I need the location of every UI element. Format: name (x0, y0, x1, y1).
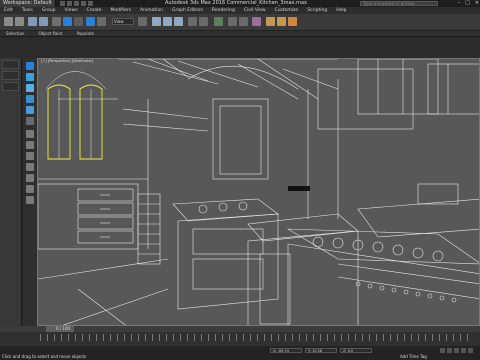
status-prompt: Click and drag to select and move object… (2, 354, 87, 359)
menu-item-graph-editors[interactable]: Graph Editors (172, 8, 203, 13)
helpers-icon[interactable] (26, 174, 34, 182)
material-editor-icon[interactable] (252, 17, 261, 26)
z-coordinate-field[interactable]: Z: 0.0 (340, 348, 372, 353)
menu-item-civil-view[interactable]: Civil View (244, 8, 266, 13)
select-object-icon[interactable] (63, 17, 72, 26)
redo-icon[interactable] (15, 17, 24, 26)
scene-explorer-row[interactable] (2, 60, 19, 69)
ribbon-tabs: Selection Object Paint Populate (0, 31, 480, 37)
x-coordinate-field[interactable]: X: -89.34 (270, 348, 302, 353)
save-file-icon[interactable] (74, 1, 79, 6)
play-icon[interactable] (454, 348, 459, 353)
menu-item-animation[interactable]: Animation (140, 8, 163, 13)
link-icon[interactable] (28, 17, 37, 26)
cameras-icon[interactable] (26, 163, 34, 171)
hierarchy-icon[interactable] (26, 84, 34, 92)
percent-snap-icon[interactable] (174, 17, 183, 26)
select-rotate-icon[interactable] (97, 17, 106, 26)
open-file-icon[interactable] (67, 1, 72, 6)
minimize-button[interactable]: – (458, 0, 461, 7)
pivot-icon[interactable] (138, 17, 147, 26)
unlink-icon[interactable] (39, 17, 48, 26)
main-toolbar: View (0, 14, 480, 31)
space-warps-icon[interactable] (26, 185, 34, 193)
display-icon[interactable] (26, 106, 34, 114)
menu-item-scripting[interactable]: Scripting (307, 8, 327, 13)
menu-item-tools[interactable]: Tools (22, 8, 33, 13)
previous-frame-icon[interactable] (447, 348, 452, 353)
curve-editor-icon[interactable] (228, 17, 237, 26)
menu-item-modifiers[interactable]: Modifiers (111, 8, 132, 13)
motion-icon[interactable] (26, 95, 34, 103)
new-file-icon[interactable] (60, 1, 65, 6)
render-production-icon[interactable] (288, 17, 297, 26)
schematic-view-icon[interactable] (239, 17, 248, 26)
utilities-icon[interactable] (26, 117, 34, 125)
scene-explorer-row[interactable] (2, 71, 19, 80)
geometry-icon[interactable] (26, 130, 34, 138)
systems-icon[interactable] (26, 196, 34, 204)
go-to-end-icon[interactable] (468, 348, 473, 353)
menu-item-create[interactable]: Create (87, 8, 102, 13)
quick-access-toolbar (60, 1, 93, 6)
viewport-tool-strip (23, 58, 37, 326)
menu-item-help[interactable]: Help (336, 8, 346, 13)
tab-selection[interactable]: Selection (6, 31, 24, 36)
workspace-selector[interactable]: Workspace: Default (0, 0, 56, 7)
shapes-icon[interactable] (26, 141, 34, 149)
window-controls: – □ × (458, 0, 479, 7)
kitchen-wireframe-scene (38, 59, 479, 325)
snap-toggle-icon[interactable] (152, 17, 161, 26)
selection-filter-icon[interactable] (52, 17, 61, 26)
lights-icon[interactable] (26, 152, 34, 160)
layer-manager-icon[interactable] (214, 17, 223, 26)
window-title: Autodesk 3ds Max 2016 Commercial_Kitchen… (165, 0, 307, 6)
tab-populate[interactable]: Populate (77, 31, 94, 36)
select-by-name-icon[interactable] (74, 17, 83, 26)
viewport-label[interactable]: [+] [Perspective] [Wireframe] (41, 59, 93, 63)
render-setup-icon[interactable] (266, 17, 275, 26)
dark-object (288, 186, 310, 191)
scene-explorer-panel (0, 58, 22, 326)
align-icon[interactable] (199, 17, 208, 26)
next-frame-icon[interactable] (461, 348, 466, 353)
track-bar[interactable] (0, 332, 480, 346)
modify-icon[interactable] (26, 73, 34, 81)
playback-controls (440, 348, 473, 353)
search-input[interactable]: Type a keyword or phrase (360, 1, 438, 6)
select-move-icon[interactable] (86, 17, 95, 26)
create-icon[interactable] (26, 62, 34, 70)
menu-item-customize[interactable]: Customize (275, 8, 299, 13)
track-bar-ticks (40, 334, 470, 341)
y-coordinate-field[interactable]: Y: 10.58 (305, 348, 337, 353)
angle-snap-icon[interactable] (163, 17, 172, 26)
maximize-button[interactable]: □ (465, 0, 470, 7)
redo-icon[interactable] (88, 1, 93, 6)
menu-bar: Edit Tools Group Views Create Modifiers … (0, 7, 480, 14)
close-button[interactable]: × (475, 0, 479, 7)
add-time-tag-button[interactable]: Add Time Tag (400, 354, 427, 359)
menu-item-rendering[interactable]: Rendering (212, 8, 235, 13)
undo-icon[interactable] (81, 1, 86, 6)
menu-item-edit[interactable]: Edit (4, 8, 13, 13)
go-to-start-icon[interactable] (440, 348, 445, 353)
scene-explorer-row[interactable] (2, 82, 19, 91)
render-frame-icon[interactable] (277, 17, 286, 26)
mirror-icon[interactable] (188, 17, 197, 26)
status-bar: Click and drag to select and move object… (0, 346, 480, 360)
menu-item-views[interactable]: Views (65, 8, 78, 13)
tab-object-paint[interactable]: Object Paint (38, 31, 62, 36)
perspective-viewport[interactable] (37, 58, 480, 326)
menu-item-group[interactable]: Group (42, 8, 56, 13)
undo-icon[interactable] (4, 17, 13, 26)
reference-coordinate-dropdown[interactable]: View (112, 18, 134, 25)
